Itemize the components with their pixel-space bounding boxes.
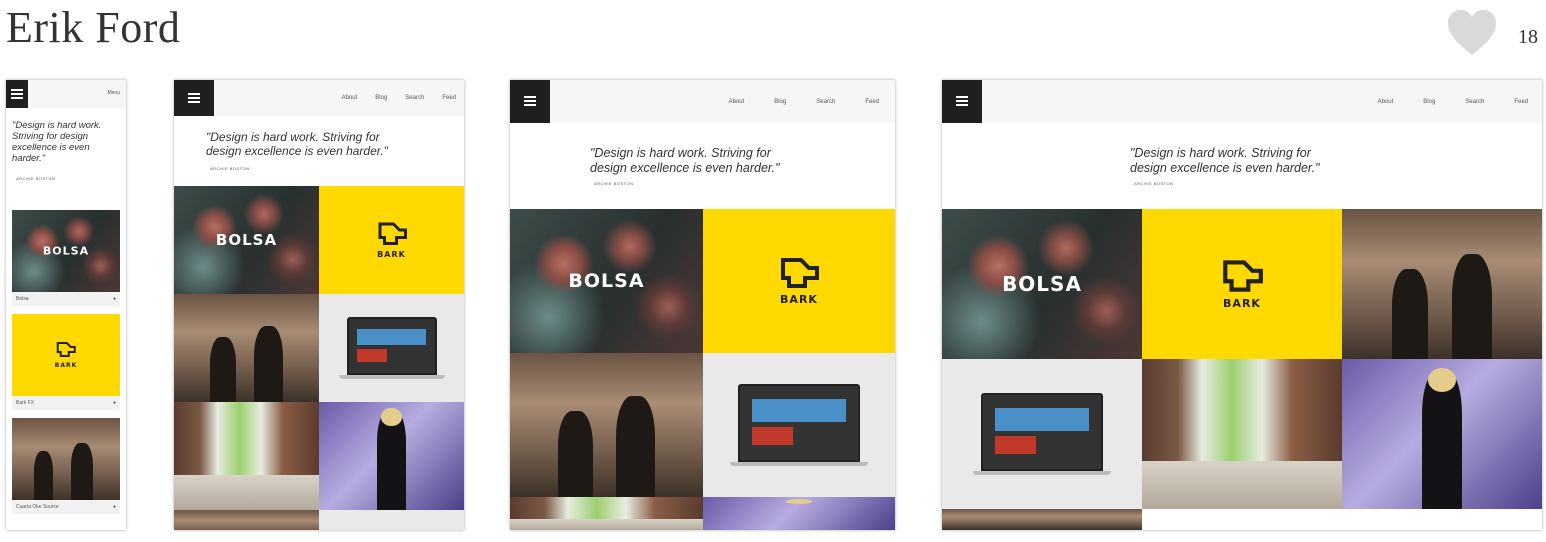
quote: "Design is hard work. Striving for design… [1130,146,1320,175]
tile-kitchen[interactable] [510,497,703,530]
quote: "Design is hard work. Striving for design… [206,130,388,158]
tile-bolsa[interactable]: BOLSA [174,186,319,294]
tile-laptop[interactable] [319,294,464,402]
page-title: Erik Ford [6,3,181,52]
mockup-tablet-landscape[interactable]: About Blog Search Feed "Design is hard w… [510,80,895,530]
bark-wordmark: BARK [1223,297,1261,310]
tile-laptop[interactable] [942,359,1142,509]
bolsa-wordmark: BOLSA [215,231,278,249]
bark-wordmark: BARK [54,362,78,369]
tile-bark[interactable]: BARK [1142,209,1342,359]
heart-icon [1448,10,1496,55]
quote: "Design is hard work. Striving for design… [590,146,780,175]
mockup-tablet[interactable]: About Blog Search Feed "Design is hard w… [174,80,464,530]
bolsa-wordmark: BOLSA [1002,272,1082,296]
mockup-header: Menu [6,80,126,108]
like-button[interactable] [1446,8,1498,58]
tile-photo[interactable] [510,353,703,497]
menu-link[interactable]: Menu [107,90,120,96]
menu-icon[interactable] [174,80,214,116]
tile-bark[interactable]: BARK [703,209,895,353]
eye-icon: ● [112,504,116,510]
nav-search[interactable]: Search [405,95,424,101]
quote-author: Archie Boston [1134,181,1174,186]
tile-model[interactable] [1342,359,1542,509]
quote-author: Archie Boston [16,176,56,181]
tile-model[interactable] [319,402,464,510]
tile-bolsa[interactable]: BOLSA [12,210,120,292]
eye-icon: ● [112,400,116,406]
tile-kitchen[interactable] [174,402,319,510]
tile-photo[interactable] [12,418,120,500]
bark-wordmark: BARK [377,250,406,259]
nav-blog[interactable]: Blog [375,95,387,101]
tile-bolsa[interactable]: BOLSA [510,209,703,353]
tile-bark[interactable]: BARK [12,314,120,396]
nav-feed[interactable]: Feed [865,99,879,105]
quote-author: Archie Boston [594,181,634,186]
nav-search[interactable]: Search [816,99,835,105]
mockup-header: About Blog Search Feed [942,80,1542,123]
tile-kitchen[interactable] [1142,359,1342,509]
tile-bark[interactable]: BARK [319,186,464,294]
caption-label: Cuarta Oke Source [16,504,59,510]
nav-about[interactable]: About [1378,99,1394,105]
laptop-icon [338,317,445,379]
tile-photo[interactable] [942,509,1142,530]
quote-author: Archie Boston [210,166,250,171]
menu-icon[interactable] [510,80,550,123]
laptop-icon [730,384,868,466]
caption-bark: Bark FX ● [12,396,120,410]
nav-about[interactable]: About [342,95,358,101]
nav-feed[interactable]: Feed [1514,99,1528,105]
tile-model[interactable] [703,497,895,530]
menu-icon[interactable] [6,80,28,108]
nav-search[interactable]: Search [1465,99,1484,105]
bark-logo-icon [781,258,819,288]
tile-blank [1142,509,1342,530]
tile-photo[interactable] [174,510,319,530]
nav-blog[interactable]: Blog [1423,99,1435,105]
eye-icon: ● [112,296,116,302]
bolsa-wordmark: BOLSA [42,244,90,258]
tile-bolsa[interactable]: BOLSA [942,209,1142,359]
tile-photo[interactable] [174,294,319,402]
tile-laptop[interactable] [703,353,895,497]
nav-blog[interactable]: Blog [774,99,786,105]
bark-logo-icon [57,342,76,357]
tile-blank [319,510,464,530]
mockup-mobile[interactable]: Menu "Design is hard work. Striving for … [6,80,126,530]
caption-label: Bolsa [16,296,29,302]
laptop-icon [973,393,1111,475]
nav-feed[interactable]: Feed [442,95,456,101]
mockup-header: About Blog Search Feed [174,80,464,116]
tile-photo[interactable] [1342,209,1542,359]
bark-wordmark: BARK [780,293,818,306]
bolsa-wordmark: BOLSA [568,270,645,292]
mockup-desktop[interactable]: About Blog Search Feed "Design is hard w… [942,80,1542,530]
tile-blank [1342,509,1542,530]
caption-label: Bark FX [16,400,35,406]
like-count: 18 [1518,26,1538,48]
nav-about[interactable]: About [729,99,745,105]
mockup-header: About Blog Search Feed [510,80,895,123]
quote: "Design is hard work. Striving for desig… [12,120,102,164]
caption-photo: Cuarta Oke Source ● [12,500,120,514]
bark-logo-icon [1223,260,1263,292]
menu-icon[interactable] [942,80,982,123]
caption-bolsa: Bolsa ● [12,292,120,306]
bark-logo-icon [378,222,407,245]
